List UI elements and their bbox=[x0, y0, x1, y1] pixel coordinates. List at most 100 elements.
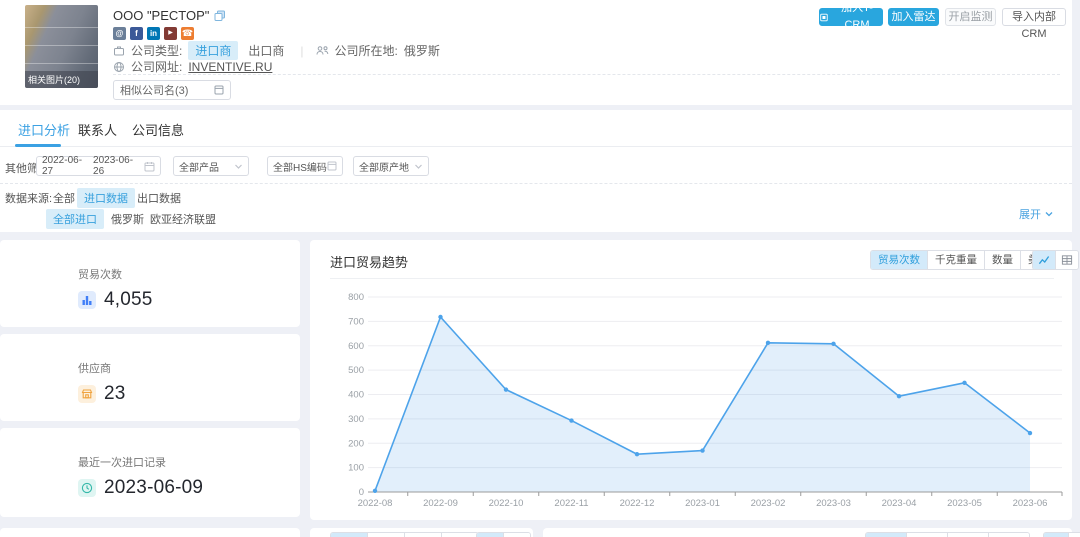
source-import[interactable]: 进口数据 bbox=[77, 188, 135, 208]
phone-icon[interactable]: ☎ bbox=[181, 27, 194, 40]
add-radar-button[interactable]: 加入雷达 bbox=[888, 8, 939, 26]
metric-button[interactable] bbox=[947, 533, 988, 537]
tab-company-info[interactable]: 公司信息 bbox=[132, 120, 184, 139]
date-start: 2022-06-27 bbox=[42, 155, 93, 177]
metric-button[interactable] bbox=[988, 533, 1029, 537]
view-toggle-group bbox=[1043, 532, 1080, 537]
metric-button[interactable] bbox=[404, 533, 441, 537]
product-select[interactable]: 全部产品 bbox=[173, 156, 249, 176]
date-end: 2023-06-26 bbox=[93, 155, 144, 177]
svg-text:100: 100 bbox=[348, 463, 364, 474]
product-select-value: 全部产品 bbox=[179, 159, 219, 174]
table-icon[interactable] bbox=[1055, 251, 1078, 269]
svg-text:500: 500 bbox=[348, 365, 364, 376]
add-tcrm-button[interactable]: 加入T-CRM bbox=[819, 8, 883, 26]
panel-icon bbox=[327, 161, 337, 171]
metric-button[interactable] bbox=[866, 533, 906, 537]
metric-button-trades[interactable]: 贸易次数 bbox=[871, 251, 927, 269]
similar-company-box[interactable]: 相似公司名(3) bbox=[113, 80, 231, 100]
svg-text:2022-10: 2022-10 bbox=[489, 498, 524, 509]
tab-divider bbox=[0, 146, 1072, 147]
origin-select-value: 全部原产地 bbox=[359, 159, 409, 174]
linkedin-icon[interactable]: in bbox=[147, 27, 160, 40]
line-chart-icon[interactable] bbox=[1033, 251, 1055, 269]
svg-text:700: 700 bbox=[348, 316, 364, 327]
youtube-icon[interactable]: ▶ bbox=[164, 27, 177, 40]
company-name: OOO "PECTOP" bbox=[113, 8, 209, 23]
chevron-down-icon bbox=[234, 162, 243, 171]
svg-text:2023-05: 2023-05 bbox=[947, 498, 982, 509]
hs-code-box[interactable]: 全部HS编码 bbox=[267, 156, 343, 176]
clock-icon bbox=[78, 479, 96, 497]
people-icon bbox=[316, 45, 329, 56]
source-export[interactable]: 出口数据 bbox=[130, 188, 188, 208]
metric-button[interactable] bbox=[367, 533, 404, 537]
sub-eaeu[interactable]: 欧亚经济联盟 bbox=[143, 209, 223, 229]
import-crm-button[interactable]: 导入内部CRM bbox=[1002, 8, 1066, 26]
svg-text:2023-01: 2023-01 bbox=[685, 498, 720, 509]
analysis-section: 进口分析 联系人 公司信息 其他筛选: 2022-06-27 2023-06-2… bbox=[0, 110, 1072, 232]
website-icon[interactable]: @ bbox=[113, 27, 126, 40]
stat-card-trades: 贸易次数 4,055 bbox=[0, 240, 300, 327]
data-source-label: 数据来源: bbox=[5, 190, 52, 206]
metric-button-kg[interactable]: 千克重量 bbox=[927, 251, 984, 269]
trend-chart-card: 进口贸易趋势 贸易次数 千克重量 数量 美元总价 010020030040050… bbox=[310, 240, 1072, 520]
metric-button[interactable] bbox=[331, 533, 367, 537]
header-divider bbox=[113, 74, 1060, 75]
photo-caption: 相关图片(20) bbox=[25, 71, 98, 88]
metric-button[interactable] bbox=[441, 533, 478, 537]
calendar-icon bbox=[144, 161, 155, 172]
bottom-left-card bbox=[0, 528, 300, 537]
tab-import-analysis[interactable]: 进口分析 bbox=[18, 120, 70, 139]
svg-text:0: 0 bbox=[359, 487, 364, 498]
website-label: 公司网址: bbox=[131, 58, 182, 75]
stat-value: 23 bbox=[104, 383, 126, 405]
bottom-right-card bbox=[543, 528, 1072, 537]
company-photo[interactable]: 相关图片(20) bbox=[25, 5, 98, 88]
chart-header-divider bbox=[330, 278, 1054, 279]
svg-text:300: 300 bbox=[348, 414, 364, 425]
svg-text:2023-02: 2023-02 bbox=[751, 498, 786, 509]
table-icon[interactable] bbox=[1068, 533, 1080, 537]
metric-button[interactable] bbox=[906, 533, 947, 537]
svg-text:2023-04: 2023-04 bbox=[882, 498, 917, 509]
trend-chart: 01002003004005006007008002022-082022-092… bbox=[330, 285, 1065, 513]
stat-label: 最近一次进口记录 bbox=[78, 454, 203, 470]
svg-text:200: 200 bbox=[348, 438, 364, 449]
line-chart-icon[interactable] bbox=[477, 533, 503, 537]
table-icon[interactable] bbox=[503, 533, 530, 537]
sub-all-import[interactable]: 全部进口 bbox=[46, 209, 104, 229]
stat-label: 供应商 bbox=[78, 360, 126, 376]
company-type-label: 公司类型: bbox=[131, 42, 182, 59]
tcrm-icon bbox=[820, 13, 828, 22]
panel-icon bbox=[214, 85, 224, 95]
chart-title: 进口贸易趋势 bbox=[330, 252, 408, 271]
svg-text:2023-03: 2023-03 bbox=[816, 498, 851, 509]
bottom-middle-card bbox=[310, 528, 533, 537]
svg-text:2022-08: 2022-08 bbox=[358, 498, 393, 509]
page: 相关图片(20) OOO "PECTOP" @ f in ▶ ☎ 公司类型: 进… bbox=[0, 0, 1080, 537]
metric-button-qty[interactable]: 数量 bbox=[984, 251, 1020, 269]
svg-text:2023-06: 2023-06 bbox=[1013, 498, 1048, 509]
copy-icon[interactable] bbox=[214, 10, 226, 22]
metric-button-group bbox=[330, 532, 479, 537]
line-chart-icon[interactable] bbox=[1044, 533, 1068, 537]
facebook-icon[interactable]: f bbox=[130, 27, 143, 40]
svg-text:400: 400 bbox=[348, 390, 364, 401]
expand-label: 展开 bbox=[1019, 206, 1041, 222]
location-label: 公司所在地: bbox=[335, 42, 398, 59]
website-link[interactable]: INVENTIVE.RU bbox=[188, 60, 272, 74]
briefcase-icon bbox=[113, 45, 125, 57]
divider: | bbox=[300, 44, 303, 58]
tab-contacts[interactable]: 联系人 bbox=[78, 120, 117, 139]
chevron-down-icon bbox=[414, 162, 423, 171]
origin-select[interactable]: 全部原产地 bbox=[353, 156, 429, 176]
stat-value: 4,055 bbox=[104, 289, 153, 311]
date-range-picker[interactable]: 2022-06-27 2023-06-26 bbox=[36, 156, 161, 176]
metric-button-group bbox=[865, 532, 1030, 537]
similar-company-label: 相似公司名(3) bbox=[120, 82, 188, 98]
expand-toggle[interactable]: 展开 bbox=[1019, 206, 1054, 222]
active-tab-underline bbox=[15, 144, 61, 147]
start-monitor-button[interactable]: 开启监测 bbox=[945, 8, 996, 26]
filter-divider bbox=[0, 183, 1072, 184]
